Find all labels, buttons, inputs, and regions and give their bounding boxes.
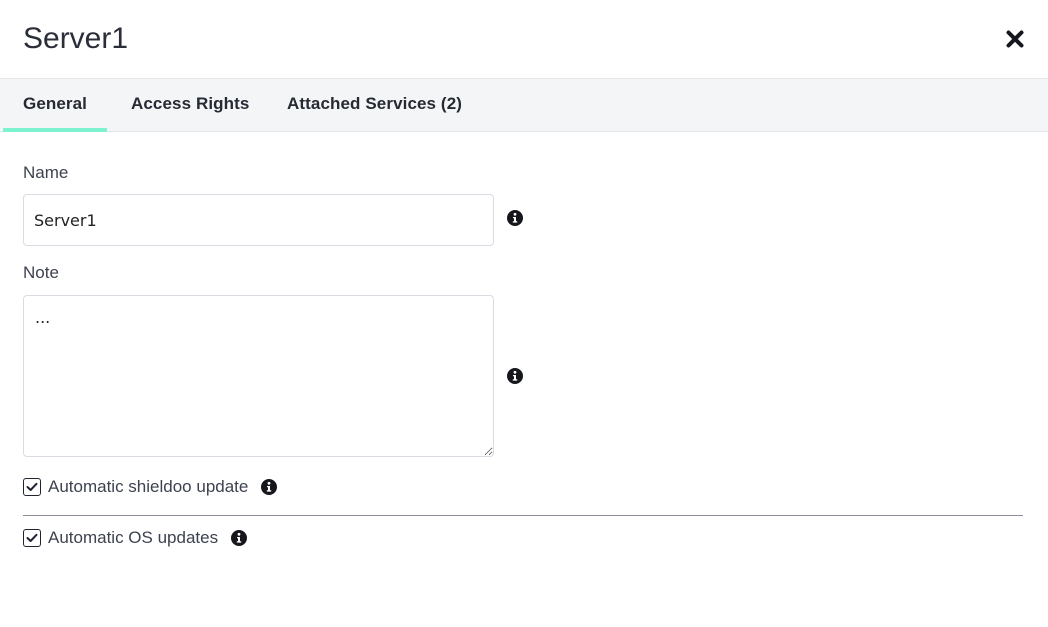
divider <box>23 515 1023 516</box>
tab-attached-services[interactable]: Attached Services (2) <box>287 79 462 132</box>
auto-shieldoo-update-label: Automatic shieldoo update <box>48 477 249 496</box>
note-label: Note <box>23 263 59 282</box>
tab-general[interactable]: General <box>2 79 108 132</box>
close-icon <box>1006 30 1024 48</box>
tab-access-rights-label: Access Rights <box>131 94 250 113</box>
dialog-header: Server1 <box>0 0 1048 78</box>
info-icon[interactable] <box>507 368 523 384</box>
info-icon[interactable] <box>231 530 248 546</box>
close-button[interactable] <box>1000 24 1030 54</box>
auto-shieldoo-update-checkbox[interactable] <box>23 478 41 496</box>
checkmark-icon <box>26 482 38 491</box>
page-title: Server1 <box>23 22 129 55</box>
auto-os-updates-row: Automatic OS updates <box>23 527 248 549</box>
name-input[interactable] <box>23 194 494 246</box>
name-label: Name <box>23 163 69 182</box>
auto-os-updates-label: Automatic OS updates <box>48 528 219 547</box>
info-icon[interactable] <box>261 479 278 495</box>
auto-shieldoo-update-row: Automatic shieldoo update <box>23 476 278 498</box>
note-textarea[interactable]: ... <box>23 295 494 457</box>
server-detail-dialog: Server1 General Access Rights Attached S… <box>0 0 1048 627</box>
tab-bar: General Access Rights Attached Services … <box>0 78 1048 132</box>
tab-attached-services-label: Attached Services (2) <box>287 94 463 113</box>
tab-general-label: General <box>23 94 88 113</box>
info-icon[interactable] <box>507 210 523 226</box>
auto-os-updates-checkbox[interactable] <box>23 529 41 547</box>
tab-access-rights[interactable]: Access Rights <box>131 79 249 132</box>
checkmark-icon <box>26 533 38 542</box>
